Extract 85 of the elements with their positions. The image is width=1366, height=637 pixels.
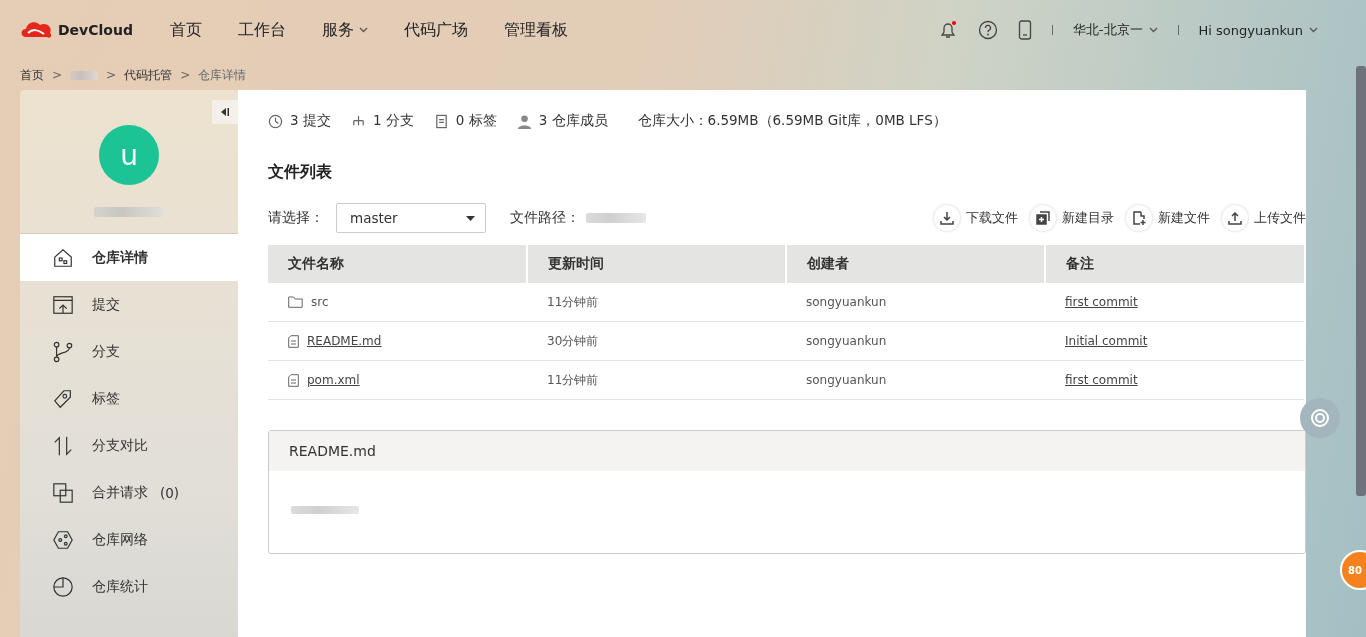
section-title: 文件列表	[268, 162, 333, 183]
repo-stat[interactable]: 3 提交	[268, 112, 331, 130]
branch-dropdown[interactable]: master	[336, 203, 486, 233]
breadcrumb-link[interactable]: 代码托管	[124, 66, 173, 84]
nav-link[interactable]: 工作台	[238, 19, 286, 41]
breadcrumb-link[interactable]: 首页	[20, 66, 44, 84]
merge-icon	[52, 481, 74, 504]
tag-icon	[52, 387, 74, 410]
sidebar-item[interactable]: 提交	[20, 281, 238, 328]
repo-stat[interactable]: 0 标签	[433, 112, 497, 130]
stats-icon	[52, 575, 74, 598]
column-header: 创建者	[786, 245, 1045, 283]
sidebar-item[interactable]: 仓库统计	[20, 563, 238, 610]
column-header: 更新时间	[527, 245, 786, 283]
repo-stat[interactable]: 1 分支	[350, 112, 414, 130]
table-cell: 11分钟前	[527, 360, 786, 400]
redacted-text	[94, 207, 164, 217]
user-menu[interactable]: Hi songyuankun	[1198, 22, 1318, 38]
column-header: 备注	[1045, 245, 1304, 283]
table-cell: 30分钟前	[527, 321, 786, 361]
help-icon[interactable]	[977, 20, 998, 40]
redacted-text	[70, 70, 99, 80]
sidebar-item[interactable]: 仓库网络	[20, 516, 238, 563]
file-name-link[interactable]: README.md	[307, 334, 382, 348]
table-cell: songyuankun	[786, 283, 1045, 322]
region-selector[interactable]: 华北-北京一	[1072, 21, 1158, 39]
repo-stat[interactable]: 3 仓库成员	[516, 112, 608, 130]
nav-link[interactable]: 代码广场	[404, 19, 468, 41]
breadcrumb-current: 仓库详情	[198, 66, 247, 84]
column-header: 文件名称	[268, 245, 527, 283]
commit-message-link[interactable]: first commit	[1065, 373, 1138, 387]
sidebar-item[interactable]: 合并请求 (0)	[20, 469, 238, 516]
breadcrumb-separator: >	[180, 68, 191, 82]
download-icon	[940, 211, 954, 225]
chevron-down-icon	[1148, 27, 1158, 33]
avatar: u	[99, 125, 159, 185]
commit-message-link[interactable]: Initial commit	[1065, 334, 1148, 348]
new-file-icon	[1132, 211, 1146, 225]
branch-icon	[52, 340, 74, 363]
chevron-down-icon	[359, 27, 368, 33]
person-icon	[516, 113, 532, 129]
repo-size-text: 仓库大小：6.59MB（6.59MB Git库，0MB LFS）	[637, 112, 947, 130]
table-cell: 11分钟前	[527, 283, 786, 322]
nav-link[interactable]: 首页	[170, 19, 202, 41]
select-label: 请选择：	[268, 209, 324, 227]
logo-text: DevCloud	[58, 22, 133, 38]
sidebar-item[interactable]: 分支对比	[20, 422, 238, 469]
new-folder-icon	[1036, 211, 1050, 225]
file-action-button[interactable]: 上传文件	[1222, 205, 1306, 231]
sidebar-item[interactable]: 分支	[20, 328, 238, 375]
path-label: 文件路径：	[510, 209, 580, 227]
file-icon	[288, 373, 299, 387]
breadcrumb-separator: >	[106, 68, 117, 82]
readme-title: README.md	[289, 443, 376, 459]
file-name-link[interactable]: pom.xml	[307, 373, 360, 387]
nav-link[interactable]: 管理看板	[504, 19, 568, 41]
house-icon	[52, 246, 74, 269]
table-cell: songyuankun	[786, 360, 1045, 400]
clock-icon	[268, 113, 283, 129]
phone-icon[interactable]	[1017, 20, 1032, 40]
commit-icon	[52, 293, 74, 316]
folder-icon	[288, 296, 303, 308]
caret-icon	[466, 215, 475, 221]
cloud-logo-icon	[20, 19, 54, 41]
sidebar-item[interactable]: 仓库详情	[20, 234, 238, 281]
redacted-text	[291, 506, 359, 514]
file-action-button[interactable]: 新建文件	[1126, 205, 1210, 231]
upload-icon	[1228, 211, 1242, 225]
network-icon	[52, 528, 74, 551]
sidebar-item[interactable]: 标签	[20, 375, 238, 422]
nav-link[interactable]: 服务	[322, 19, 368, 41]
chevron-down-icon	[1309, 27, 1318, 33]
file-icon	[288, 334, 299, 348]
file-action-button[interactable]: 下载文件	[934, 205, 1018, 231]
scrollbar-thumb[interactable]	[1356, 66, 1366, 496]
doc-icon	[433, 113, 449, 129]
collapse-sidebar-button[interactable]	[212, 100, 238, 124]
commit-message-link[interactable]: first commit	[1065, 295, 1138, 309]
collapse-icon	[220, 107, 230, 117]
redacted-text	[586, 213, 646, 223]
table-cell: songyuankun	[786, 321, 1045, 361]
file-action-button[interactable]: 新建目录	[1030, 205, 1114, 231]
compare-icon	[52, 434, 74, 457]
file-name-link[interactable]: src	[311, 295, 329, 309]
breadcrumb-separator: >	[52, 68, 63, 82]
